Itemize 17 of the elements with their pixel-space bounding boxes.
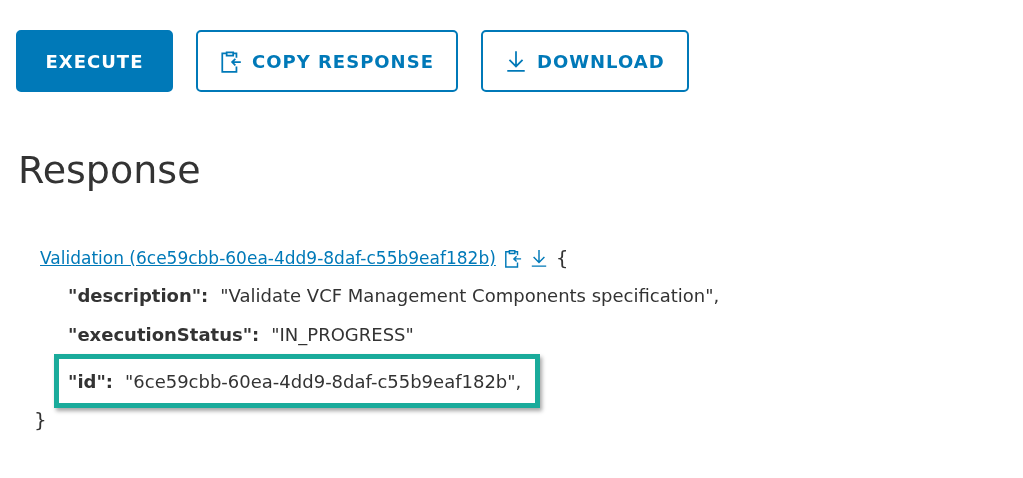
clipboard-icon [220,49,242,73]
json-key: "description": [68,285,209,306]
download-icon[interactable] [529,248,548,268]
download-button[interactable]: DOWNLOAD [480,30,689,92]
json-key: "id": [68,370,113,392]
json-value: "Validate VCF Management Components specification", [220,285,720,306]
json-key: "executionStatus": [68,324,260,345]
json-value: "6ce59cbb-60ea-4dd9-8daf-c55b9eaf182b", [125,370,522,392]
copy-response-button[interactable]: COPY RESPONSE [196,30,458,92]
download-icon [504,49,527,73]
execute-button[interactable]: EXECUTE [16,30,173,92]
json-brace: { [555,246,569,270]
json-value: "IN_PROGRESS" [271,324,414,345]
clipboard-icon[interactable] [503,248,522,268]
validation-link[interactable]: Validation (6ce59cbb-60ea-4dd9-8daf-c55b9eaf182b) [40,248,496,268]
section-heading: Response [18,148,202,192]
json-brace: } [34,408,48,432]
